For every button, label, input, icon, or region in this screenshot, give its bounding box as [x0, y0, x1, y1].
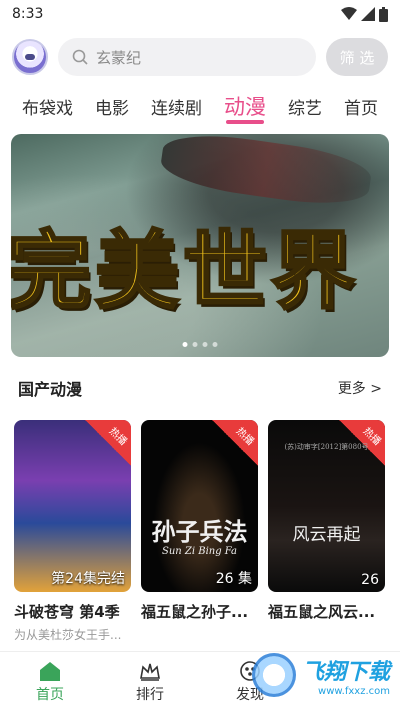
poster-logo-text: 风云再起	[292, 525, 361, 545]
avatar[interactable]	[12, 39, 48, 75]
poster-logo-text: 孙子兵法	[151, 517, 248, 546]
battery-icon	[379, 6, 388, 22]
carousel-indicator	[182, 342, 218, 347]
banner-carousel[interactable]: 完美世界	[11, 134, 389, 357]
poster-image[interactable]: 热播 第24集完结	[14, 420, 131, 592]
search-placeholder: 玄蒙纪	[96, 48, 142, 67]
hot-badge: 热播	[212, 420, 258, 466]
tab-movie[interactable]: 电影	[95, 86, 129, 126]
section-header: 国产动漫 更多 >	[18, 376, 382, 400]
top-bar: 玄蒙纪 筛 选	[0, 34, 400, 80]
poster-logo-sub: Sun Zi Bing Fa	[161, 546, 238, 557]
card-title[interactable]: 福五鼠之风云...	[268, 601, 385, 622]
episode-label: 26	[361, 572, 379, 588]
anime-card[interactable]: 热播 孙子兵法 Sun Zi Bing Fa 26 集 福五鼠之孙子...	[141, 420, 258, 643]
carousel-dot[interactable]	[182, 342, 188, 347]
poster-top-text: (苏)动审字[2012]第080号	[284, 443, 369, 451]
nav-item-ranking[interactable]: 排行	[100, 652, 200, 711]
tab-budaixi[interactable]: 布袋戏	[22, 86, 73, 126]
anime-card-list: 热播 第24集完结 斗破苍穹 第4季 为从美杜莎女王手... 热播 孙子兵法 S…	[14, 420, 386, 643]
signal-icon	[361, 7, 375, 21]
banner-title: 完美世界	[11, 220, 360, 322]
poster-image[interactable]: 热播 (苏)动审字[2012]第080号 风云再起 26	[268, 420, 385, 592]
watermark-text: 飞翔下载	[301, 659, 390, 685]
tab-anime[interactable]: 动漫	[224, 86, 266, 126]
filter-button[interactable]: 筛 选	[326, 38, 388, 76]
wifi-icon	[341, 7, 357, 20]
status-time: 8:33	[12, 6, 44, 22]
card-title[interactable]: 斗破苍穹 第4季	[14, 601, 131, 622]
episode-label: 第24集完结	[51, 571, 125, 587]
more-link[interactable]: 更多 >	[338, 378, 382, 398]
category-tabs: 布袋戏 电影 连续剧 动漫 综艺 首页	[0, 86, 400, 126]
home-icon	[40, 661, 60, 681]
tab-home[interactable]: 首页	[344, 86, 378, 126]
card-title[interactable]: 福五鼠之孙子...	[141, 601, 258, 622]
watermark-logo-icon	[251, 653, 296, 697]
carousel-dot[interactable]	[202, 342, 208, 347]
carousel-dot[interactable]	[192, 342, 198, 347]
nav-label: 排行	[136, 686, 164, 703]
status-icons	[341, 6, 388, 22]
episode-label: 26 集	[215, 571, 252, 587]
status-bar: 8:33	[0, 0, 400, 28]
tab-series[interactable]: 连续剧	[151, 86, 202, 126]
card-subtitle: 为从美杜莎女王手...	[14, 628, 122, 642]
crown-icon	[140, 663, 160, 681]
nav-label: 首页	[36, 686, 64, 703]
hot-badge: 热播	[85, 420, 131, 466]
carousel-dot[interactable]	[212, 342, 218, 347]
anime-card[interactable]: 热播 (苏)动审字[2012]第080号 风云再起 26 福五鼠之风云...	[268, 420, 385, 643]
search-input[interactable]: 玄蒙纪	[58, 38, 316, 76]
watermark-url: www.fxxz.com	[318, 685, 390, 697]
tab-variety[interactable]: 综艺	[288, 86, 322, 126]
section-title: 国产动漫	[18, 380, 83, 399]
watermark: 飞翔下载 www.fxxz.com	[251, 653, 390, 697]
search-icon	[72, 49, 88, 65]
poster-image[interactable]: 热播 孙子兵法 Sun Zi Bing Fa 26 集	[141, 420, 258, 592]
nav-item-home[interactable]: 首页	[0, 652, 100, 711]
anime-card[interactable]: 热播 第24集完结 斗破苍穹 第4季 为从美杜莎女王手...	[14, 420, 131, 643]
